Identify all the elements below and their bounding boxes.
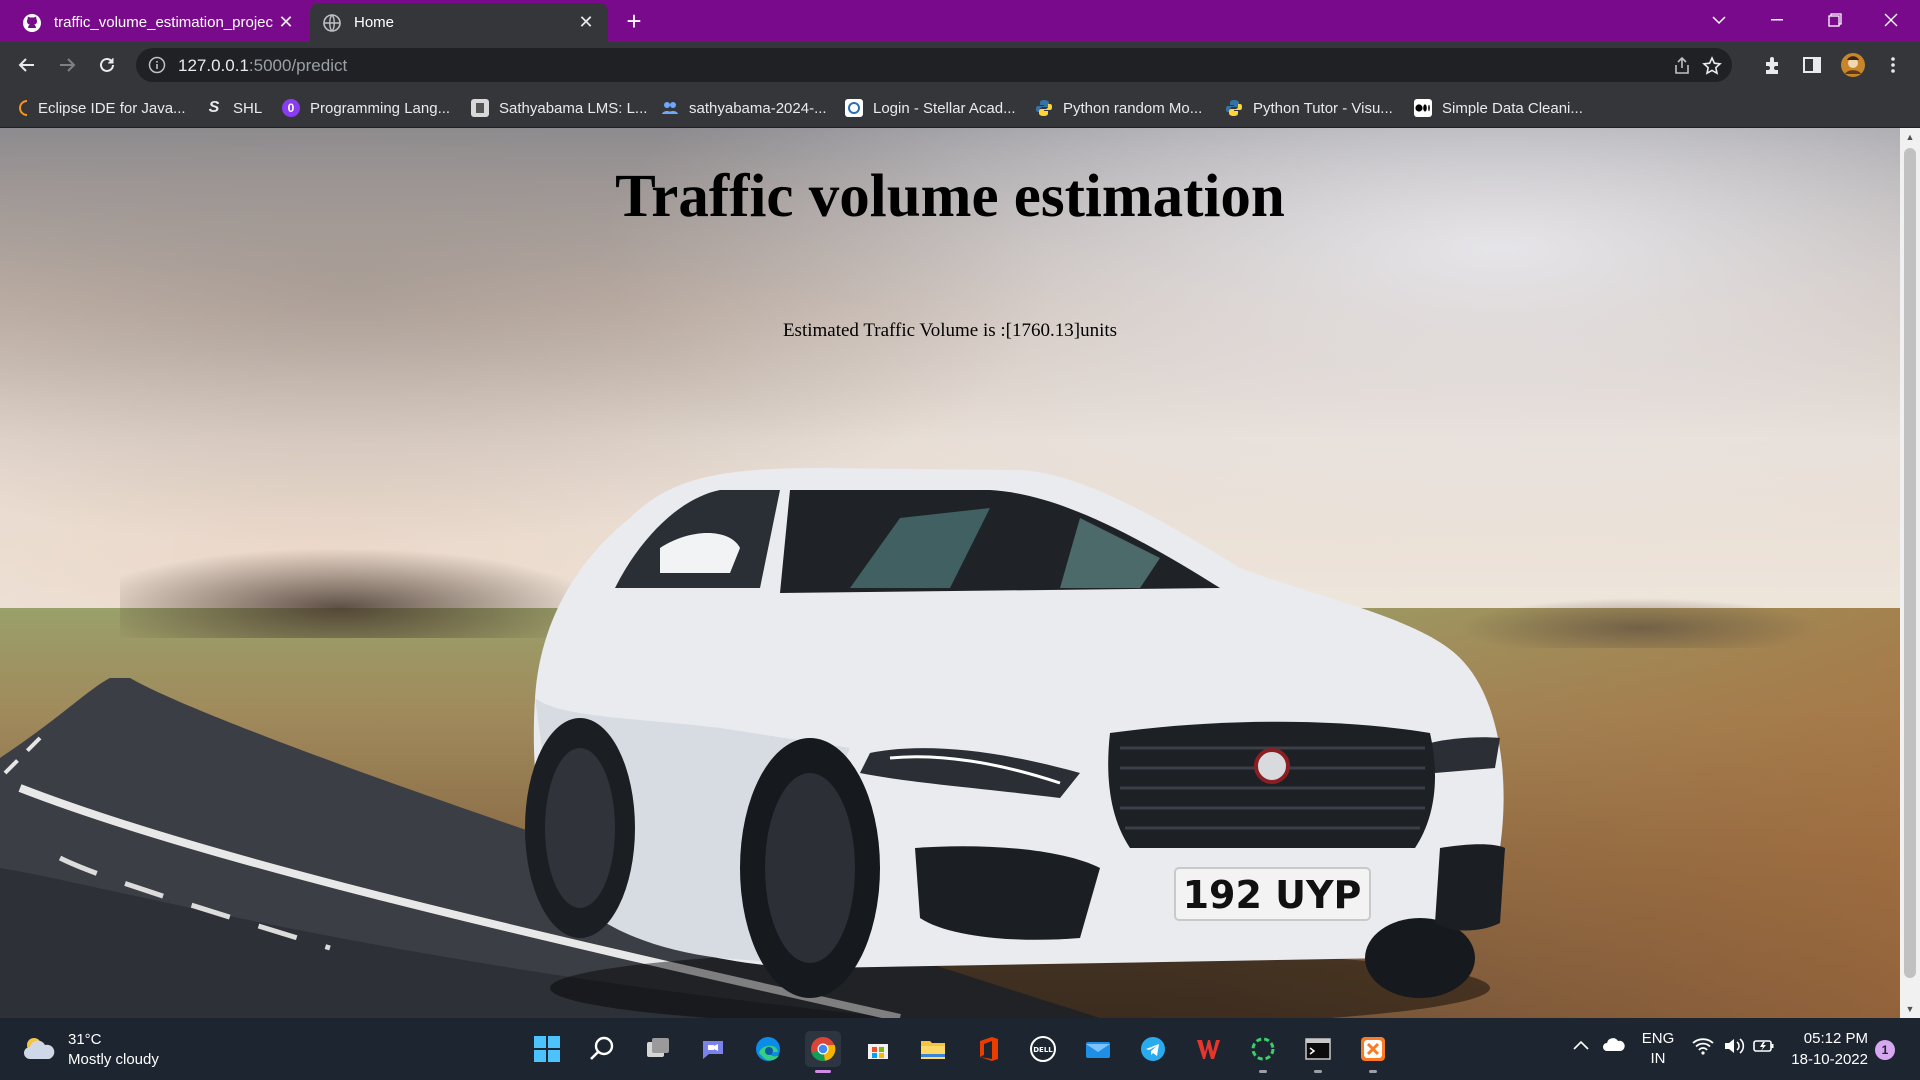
stellar-icon bbox=[845, 99, 863, 117]
number-plate-text: 192 UYP bbox=[1183, 873, 1362, 917]
python-icon bbox=[1225, 99, 1243, 117]
restore-button[interactable] bbox=[1806, 0, 1864, 40]
terminal-icon[interactable] bbox=[1300, 1031, 1336, 1073]
dell-icon[interactable]: DELL bbox=[1025, 1031, 1061, 1067]
bookmark-shl[interactable]: S SHL bbox=[205, 97, 263, 119]
address-bar[interactable]: 127.0.0.1:5000/predict bbox=[136, 48, 1732, 82]
share-icon[interactable] bbox=[1672, 56, 1692, 76]
python-icon bbox=[1035, 99, 1053, 117]
telegram-icon[interactable] bbox=[1135, 1031, 1171, 1067]
shl-icon: S bbox=[208, 99, 220, 116]
windows-taskbar: 31°C Mostly cloudy DELL ENG IN 05:12 PM … bbox=[0, 1018, 1920, 1080]
bookmark-python-tutor[interactable]: Python Tutor - Visu... bbox=[1225, 97, 1393, 119]
notification-badge[interactable]: 1 bbox=[1875, 1040, 1895, 1060]
programming-icon: 0 bbox=[282, 99, 300, 117]
battery-icon[interactable] bbox=[1753, 1037, 1775, 1059]
close-tab-icon[interactable]: ✕ bbox=[276, 12, 296, 33]
svg-text:DELL: DELL bbox=[1033, 1046, 1053, 1054]
side-panel-icon[interactable] bbox=[1801, 54, 1823, 76]
minimize-button[interactable] bbox=[1748, 0, 1806, 40]
bookmark-stellar[interactable]: Login - Stellar Acad... bbox=[845, 97, 1016, 119]
edge-icon[interactable] bbox=[750, 1031, 786, 1067]
system-clock[interactable]: 05:12 PM 18-10-2022 bbox=[1788, 1028, 1868, 1070]
extensions-icon[interactable] bbox=[1762, 54, 1784, 76]
tab-title: Home bbox=[354, 14, 395, 31]
teams-chat-icon[interactable] bbox=[695, 1031, 731, 1067]
scroll-down-arrow-icon[interactable]: ▼ bbox=[1900, 1000, 1920, 1018]
loading-app-icon[interactable] bbox=[1245, 1031, 1281, 1073]
back-button[interactable] bbox=[12, 50, 42, 80]
page-title: Traffic volume estimation bbox=[615, 163, 1285, 230]
xampp-icon[interactable] bbox=[1355, 1031, 1391, 1073]
file-explorer-icon[interactable] bbox=[915, 1031, 951, 1067]
eclipse-icon bbox=[18, 99, 28, 117]
bookmark-sathyabama[interactable]: sathyabama-2024-... bbox=[661, 97, 827, 119]
close-tab-icon[interactable]: ✕ bbox=[576, 12, 596, 33]
prediction-result: Estimated Traffic Volume is :[1760.13]un… bbox=[782, 320, 1118, 341]
tab-search-icon[interactable] bbox=[1690, 0, 1748, 40]
language-indicator[interactable]: ENG IN bbox=[1640, 1029, 1676, 1069]
cloud-icon bbox=[22, 1035, 56, 1066]
onedrive-icon[interactable] bbox=[1602, 1036, 1626, 1056]
new-tab-button[interactable]: + bbox=[620, 8, 648, 36]
browser-toolbar: 127.0.0.1:5000/predict bbox=[0, 42, 1920, 88]
tab-home[interactable]: Home ✕ bbox=[310, 3, 608, 42]
weather-widget[interactable]: 31°C Mostly cloudy bbox=[22, 1030, 159, 1070]
bookmarks-bar: Eclipse IDE for Java... S SHL 0 Programm… bbox=[0, 88, 1920, 128]
task-view-icon[interactable] bbox=[640, 1031, 676, 1067]
scroll-up-arrow-icon[interactable]: ▲ bbox=[1900, 128, 1920, 146]
wifi-icon[interactable] bbox=[1692, 1037, 1714, 1059]
office-icon[interactable] bbox=[970, 1031, 1006, 1067]
scroll-thumb[interactable] bbox=[1904, 148, 1916, 978]
search-icon[interactable] bbox=[584, 1031, 620, 1067]
car-image: 192 UYP bbox=[525, 468, 1505, 1018]
mail-icon[interactable] bbox=[1080, 1031, 1116, 1067]
tab-title: traffic_volume_estimation_projec bbox=[54, 14, 274, 31]
weather-condition: Mostly cloudy bbox=[68, 1051, 159, 1068]
weather-temp: 31°C bbox=[68, 1031, 102, 1048]
start-icon[interactable] bbox=[529, 1031, 565, 1067]
bookmark-star-icon[interactable] bbox=[1702, 56, 1722, 76]
bookmark-python-random[interactable]: Python random Mo... bbox=[1035, 97, 1202, 119]
page-scrollbar[interactable]: ▲ ▼ bbox=[1900, 128, 1920, 1018]
tab-github-project[interactable]: traffic_volume_estimation_projec ✕ bbox=[10, 3, 308, 42]
tab-strip: traffic_volume_estimation_projec ✕ Home … bbox=[0, 0, 1920, 42]
store-icon[interactable] bbox=[860, 1031, 896, 1067]
github-icon bbox=[22, 13, 42, 33]
forward-button[interactable] bbox=[52, 50, 82, 80]
globe-icon bbox=[322, 13, 342, 33]
bookmark-data-cleaning[interactable]: Simple Data Cleani... bbox=[1414, 97, 1583, 119]
page-content: 192 UYP Traffic volume estimation Estima… bbox=[0, 128, 1900, 1018]
reload-button[interactable] bbox=[92, 50, 122, 80]
bookmark-lms[interactable]: Sathyabama LMS: L... bbox=[471, 97, 647, 119]
show-hidden-icons-icon[interactable] bbox=[1572, 1038, 1590, 1055]
profile-avatar[interactable] bbox=[1840, 52, 1866, 78]
wps-icon[interactable] bbox=[1190, 1031, 1226, 1067]
url-text: 127.0.0.1:5000/predict bbox=[178, 56, 348, 75]
medium-icon bbox=[1414, 99, 1432, 117]
site-info-icon[interactable] bbox=[148, 56, 166, 74]
group-icon bbox=[661, 99, 679, 117]
bookmark-eclipse[interactable]: Eclipse IDE for Java... bbox=[18, 97, 186, 119]
browser-menu-icon[interactable] bbox=[1882, 54, 1904, 76]
lms-icon bbox=[471, 99, 489, 117]
close-window-button[interactable] bbox=[1862, 0, 1920, 40]
volume-icon[interactable] bbox=[1723, 1037, 1745, 1059]
chrome-icon[interactable] bbox=[805, 1031, 841, 1073]
bookmark-programming[interactable]: 0 Programming Lang... bbox=[282, 97, 450, 119]
